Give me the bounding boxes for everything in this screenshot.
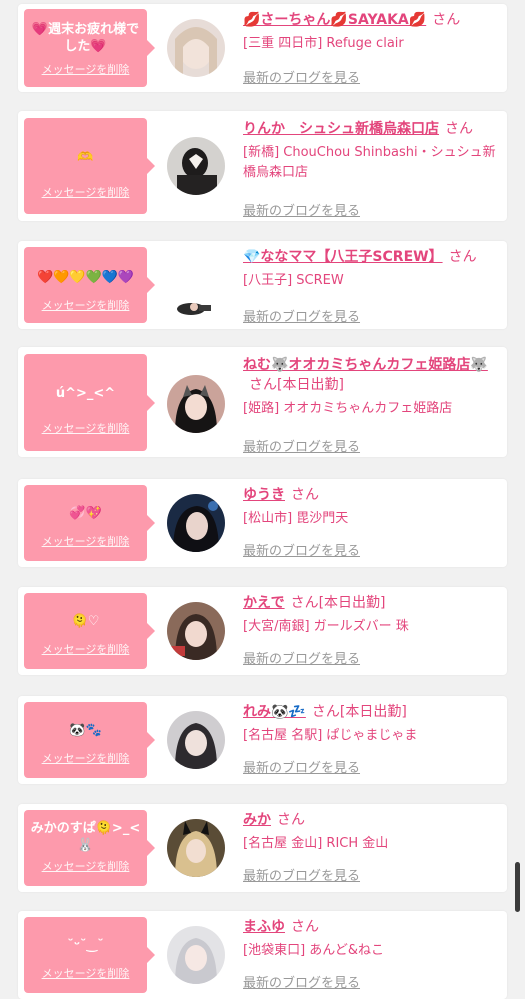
message-text: ˘ᵕ˘‿˘ [67, 937, 104, 953]
cast-name-link[interactable]: りんか シュシュ新橋烏森口店 [243, 121, 439, 137]
message-text: 💗週末お疲れ様でした💗 [31, 22, 140, 54]
message-text: 🫶 [77, 149, 94, 165]
honorific: さん [311, 704, 340, 720]
delete-message-link[interactable]: メッセージを削除 [28, 752, 143, 766]
shop-text: [八王子] SCREW [243, 273, 344, 288]
entry-info: 💎ななママ【八王子SCREW】 さん [八王子] SCREW 最新のブログを見る [243, 247, 505, 325]
honorific: さん [291, 487, 319, 503]
blog-link[interactable]: 最新のブログを見る [243, 868, 360, 886]
shop-text: [新橋] ChouChou Shinbashi・シュシュ新橋烏森口店 [243, 145, 496, 180]
cast-name-link[interactable]: まふゆ [243, 919, 285, 935]
delete-message-link[interactable]: メッセージを削除 [28, 643, 143, 657]
entry-info: 💋さーちゃん💋SAYAKA💋 さん [三重 四日市] Refuge clair 最… [243, 10, 505, 86]
honorific: さん [291, 919, 319, 935]
message-bubble: ❤️🧡💛💚💙💜 メッセージを削除 [24, 247, 155, 323]
cast-name-link[interactable]: 💎ななママ【八王子SCREW】 [243, 249, 443, 265]
shift-status: [本日出勤] [277, 377, 344, 393]
message-bubble: 💞💖 メッセージを削除 [24, 485, 155, 561]
message-bubble: 🫠♡ メッセージを削除 [24, 593, 155, 669]
entry-info: まふゆ さん [池袋東口] あんど&ねこ 最新のブログを見る [243, 917, 505, 991]
blog-link[interactable]: 最新のブログを見る [243, 651, 360, 669]
shop-text: [姫路] オオカミちゃんカフェ姫路店 [243, 401, 453, 416]
message-card: 🫠♡ メッセージを削除 かえで さん[本日出勤] [大宮/南銀] ガールズバー 珠… [18, 587, 507, 675]
shop-text: [名古屋 金山] RICH 金山 [243, 836, 389, 851]
shift-status: [本日出勤] [318, 595, 386, 611]
cast-name-link[interactable]: ねむ🐺オオカミちゃんカフェ姫路店🐺 [243, 357, 488, 373]
delete-message-link[interactable]: メッセージを削除 [28, 422, 143, 436]
blog-link[interactable]: 最新のブログを見る [243, 309, 360, 327]
avatar[interactable] [167, 819, 225, 877]
message-card: みかのすぱ🫠>_<🐰 メッセージを削除 みか さん [名古屋 金山] RICH 金… [18, 804, 507, 892]
message-bubble: 🫶 メッセージを削除 [24, 118, 155, 214]
message-card: ˘ᵕ˘‿˘ メッセージを削除 まふゆ さん [池袋東口] あんど&ねこ 最新のブロ… [18, 911, 507, 999]
honorific: さん [432, 12, 461, 28]
delete-message-link[interactable]: メッセージを削除 [28, 535, 143, 549]
shop-text: [大宮/南銀] ガールズバー 珠 [243, 619, 409, 634]
entry-info: ねむ🐺オオカミちゃんカフェ姫路店🐺 さん[本日出勤] [姫路] オオカミちゃんカフ… [243, 355, 505, 455]
entry-info: かえで さん[本日出勤] [大宮/南銀] ガールズバー 珠 最新のブログを見る [243, 593, 505, 667]
blog-link[interactable]: 最新のブログを見る [243, 70, 360, 88]
cast-name-link[interactable]: みか [243, 812, 271, 828]
delete-message-link[interactable]: メッセージを削除 [28, 186, 143, 200]
honorific: さん [277, 812, 305, 828]
entry-info: ゆうき さん [松山市] 毘沙門天 最新のブログを見る [243, 485, 505, 559]
message-card: 🫶 メッセージを削除 りんか シュシュ新橋烏森口店 さん [新橋] ChouCho… [18, 111, 507, 221]
avatar[interactable] [167, 19, 225, 77]
message-bubble: ú^>_<^ メッセージを削除 [24, 354, 155, 451]
delete-message-link[interactable]: メッセージを削除 [28, 299, 143, 313]
honorific: さん [445, 121, 473, 137]
honorific: さん [448, 249, 477, 265]
message-card: 💗週末お疲れ様でした💗 メッセージを削除 💋さーちゃん💋SAYAKA💋 さん [三… [18, 4, 507, 92]
message-card: 🐼🐾 メッセージを削除 れみ🐼💤 さん[本日出勤] [名古屋 名駅] ぱじゃまじゃ… [18, 696, 507, 784]
message-bubble: みかのすぱ🫠>_<🐰 メッセージを削除 [24, 810, 155, 886]
message-text: 🫠♡ [71, 613, 100, 629]
delete-message-link[interactable]: メッセージを削除 [28, 967, 143, 981]
shop-text: [名古屋 名駅] ぱじゃまじゃま [243, 728, 418, 743]
delete-message-link[interactable]: メッセージを削除 [28, 860, 143, 874]
message-card: ú^>_<^ メッセージを削除 ねむ🐺オオカミちゃんカフェ姫路店🐺 さん[本日出勤… [18, 347, 507, 457]
cast-name-link[interactable]: 💋さーちゃん💋SAYAKA💋 [243, 12, 426, 28]
shop-text: [三重 四日市] Refuge clair [243, 36, 404, 51]
honorific: さん [290, 595, 319, 611]
message-bubble: ˘ᵕ˘‿˘ メッセージを削除 [24, 917, 155, 993]
shop-text: [池袋東口] あんど&ねこ [243, 943, 385, 958]
scrollbar[interactable] [515, 862, 520, 912]
blog-link[interactable]: 最新のブログを見る [243, 543, 360, 561]
message-text: ❤️🧡💛💚💙💜 [36, 269, 135, 285]
message-text: 🐼🐾 [69, 722, 102, 738]
blog-link[interactable]: 最新のブログを見る [243, 203, 360, 221]
avatar[interactable] [167, 602, 225, 660]
cast-name-link[interactable]: ゆうき [243, 487, 285, 503]
message-card: 💞💖 メッセージを削除 ゆうき さん [松山市] 毘沙門天 最新のブログを見る [18, 479, 507, 567]
blog-link[interactable]: 最新のブログを見る [243, 975, 360, 993]
message-bubble: 💗週末お疲れ様でした💗 メッセージを削除 [24, 9, 155, 87]
avatar[interactable] [167, 267, 225, 317]
shift-status: [本日出勤] [339, 704, 407, 720]
message-text: ú^>_<^ [55, 385, 116, 401]
avatar[interactable] [167, 926, 225, 984]
shop-text: [松山市] 毘沙門天 [243, 511, 349, 526]
blog-link[interactable]: 最新のブログを見る [243, 439, 360, 457]
cast-name-link[interactable]: かえで [243, 595, 285, 611]
cast-name-link[interactable]: れみ🐼💤 [243, 704, 306, 720]
delete-message-link[interactable]: メッセージを削除 [28, 63, 143, 77]
avatar[interactable] [167, 137, 225, 195]
message-bubble: 🐼🐾 メッセージを削除 [24, 702, 155, 778]
message-text: みかのすぱ🫠>_<🐰 [30, 821, 141, 853]
blog-link[interactable]: 最新のブログを見る [243, 760, 360, 778]
message-card: ❤️🧡💛💚💙💜 メッセージを削除 💎ななママ【八王子SCREW】 さん [八王子]… [18, 241, 507, 329]
entry-info: みか さん [名古屋 金山] RICH 金山 最新のブログを見る [243, 810, 505, 884]
avatar[interactable] [167, 711, 225, 769]
message-text: 💞💖 [69, 505, 102, 521]
avatar[interactable] [167, 494, 225, 552]
entry-info: れみ🐼💤 さん[本日出勤] [名古屋 名駅] ぱじゃまじゃま 最新のブログを見る [243, 702, 505, 776]
honorific: さん [249, 377, 277, 393]
entry-info: りんか シュシュ新橋烏森口店 さん [新橋] ChouChou Shinbashi… [243, 119, 505, 219]
avatar[interactable] [167, 375, 225, 433]
